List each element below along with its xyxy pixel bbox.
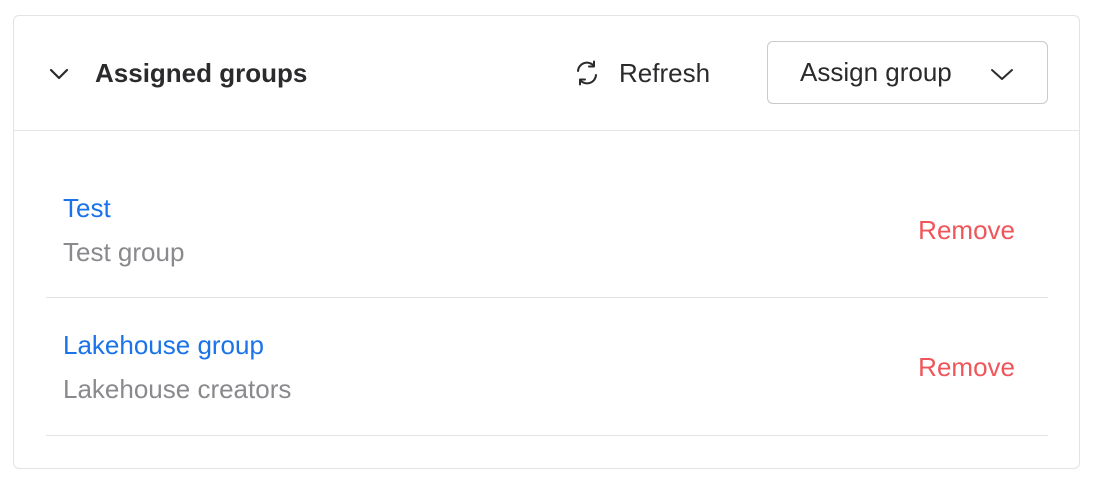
chevron-down-icon xyxy=(989,64,1015,84)
group-description: Test group xyxy=(63,237,185,267)
refresh-label: Refresh xyxy=(619,57,711,88)
panel-header: Assigned groups Refresh Assign group xyxy=(14,16,1079,131)
remove-button[interactable]: Remove xyxy=(918,215,1015,246)
group-row: Test Test group Remove xyxy=(46,161,1048,298)
remove-button[interactable]: Remove xyxy=(918,352,1015,383)
refresh-icon xyxy=(573,59,601,87)
assigned-groups-panel: Assigned groups Refresh Assign group Tes… xyxy=(13,15,1080,469)
group-description: Lakehouse creators xyxy=(63,374,292,404)
group-name-link[interactable]: Test xyxy=(63,193,111,224)
refresh-button[interactable]: Refresh xyxy=(573,54,710,92)
panel-title: Assigned groups xyxy=(95,58,308,88)
assign-group-button[interactable]: Assign group xyxy=(767,41,1048,104)
group-list: Test Test group Remove Lakehouse group L… xyxy=(46,161,1048,436)
chevron-down-icon[interactable] xyxy=(46,61,72,87)
assign-group-label: Assign group xyxy=(800,57,952,87)
group-row: Lakehouse group Lakehouse creators Remov… xyxy=(46,298,1048,436)
group-name-link[interactable]: Lakehouse group xyxy=(63,330,264,361)
